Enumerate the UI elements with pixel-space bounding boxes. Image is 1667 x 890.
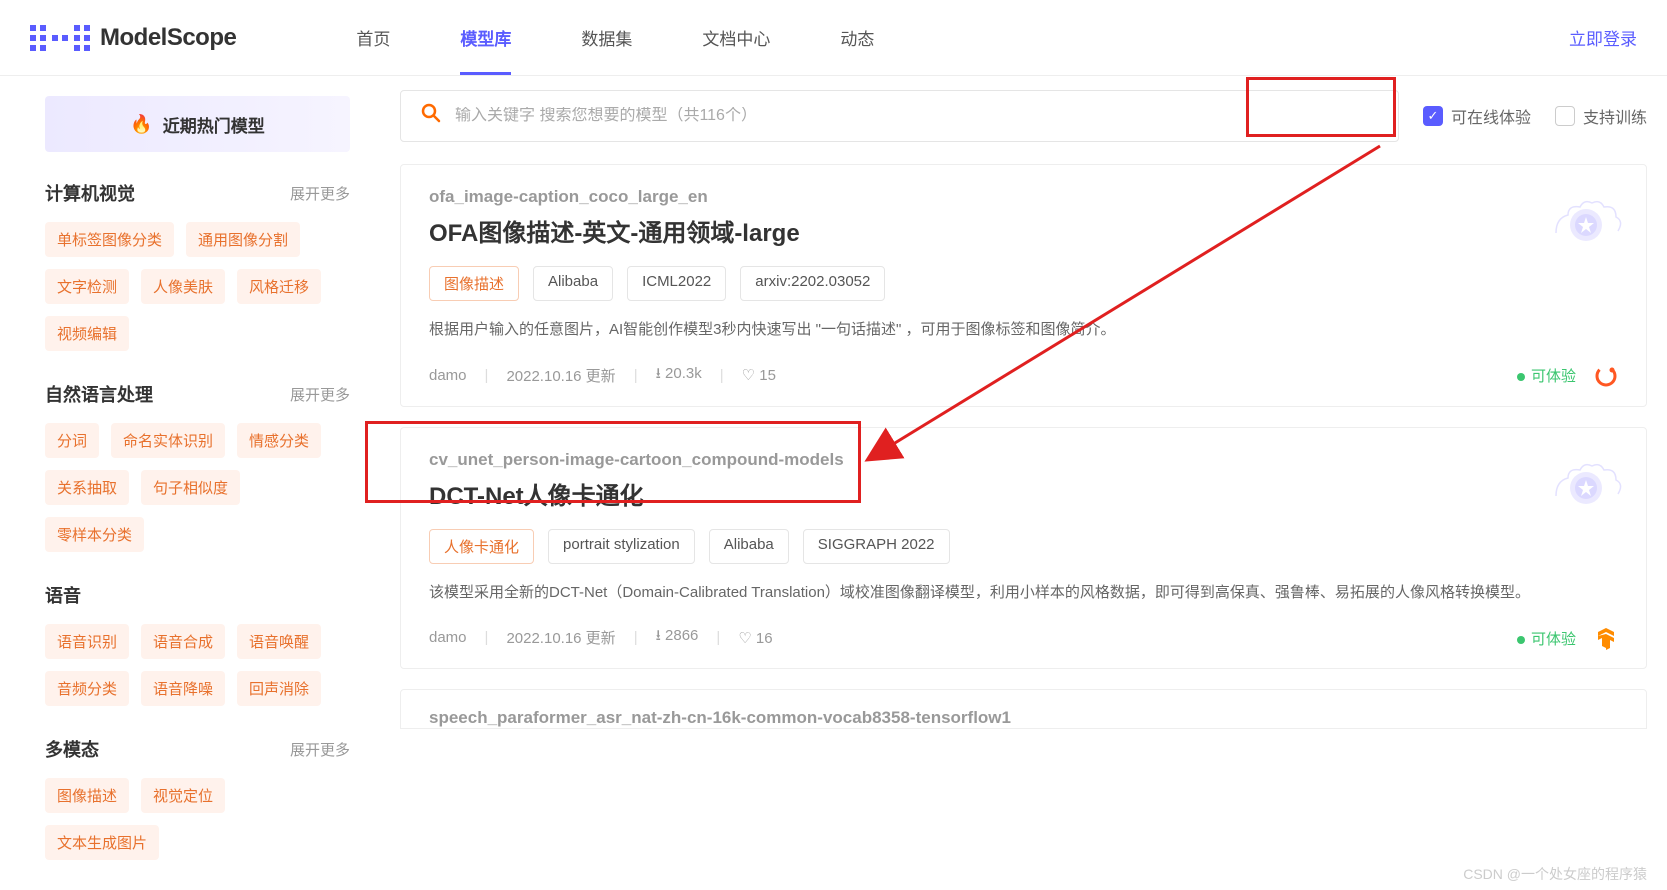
checkbox-checked-icon: ✓ xyxy=(1423,106,1443,126)
status-dot-icon xyxy=(1517,373,1525,381)
model-updated: 2022.10.16 更新 xyxy=(506,365,615,386)
model-likes: ♡ 15 xyxy=(742,366,776,384)
category-title: 计算机视觉 xyxy=(45,180,135,206)
category-tag[interactable]: 音频分类 xyxy=(45,671,129,706)
model-card[interactable]: ofa_image-caption_coco_large_en OFA图像描述-英… xyxy=(400,164,1647,407)
download-icon: ⭳ xyxy=(656,365,661,382)
logo[interactable]: ModelScope xyxy=(30,21,236,55)
category-block: 多模态 展开更多图像描述视觉定位文本生成图片 xyxy=(45,736,350,860)
model-downloads: ⭳ 2866 xyxy=(656,625,699,650)
category-tag[interactable]: 文本生成图片 xyxy=(45,825,159,860)
logo-text: ModelScope xyxy=(100,24,236,52)
filter-online[interactable]: ✓ 可在线体验 xyxy=(1423,104,1531,128)
category-expand[interactable]: 展开更多 xyxy=(290,384,350,405)
model-status: 可体验 xyxy=(1517,628,1576,649)
download-icon: ⭳ xyxy=(656,627,661,644)
category-tag[interactable]: 语音识别 xyxy=(45,624,129,659)
nav-models[interactable]: 模型库 xyxy=(460,0,511,75)
model-status: 可体验 xyxy=(1517,365,1576,386)
category-tag[interactable]: 视觉定位 xyxy=(141,778,225,813)
category-block: 语音语音识别语音合成语音唤醒音频分类语音降噪回声消除 xyxy=(45,582,350,706)
model-downloads: ⭳ 20.3k xyxy=(656,363,702,388)
category-tag[interactable]: 情感分类 xyxy=(237,423,321,458)
category-tag[interactable]: 通用图像分割 xyxy=(186,222,300,257)
category-title: 语音 xyxy=(45,582,81,608)
status-dot-icon xyxy=(1517,636,1525,644)
model-updated: 2022.10.16 更新 xyxy=(506,627,615,648)
category-block: 自然语言处理 展开更多分词命名实体识别情感分类关系抽取句子相似度零样本分类 xyxy=(45,381,350,552)
category-title: 自然语言处理 xyxy=(45,381,153,407)
nav-datasets[interactable]: 数据集 xyxy=(581,0,632,75)
category-title: 多模态 xyxy=(45,736,99,762)
framework-icon xyxy=(1594,626,1618,650)
sidebar: 🔥 近期热门模型 计算机视觉展开更多单标签图像分类通用图像分割文字检测人像美肤风… xyxy=(0,76,380,890)
badge-icon xyxy=(1546,446,1626,516)
model-tag[interactable]: 图像描述 xyxy=(429,266,519,301)
model-footer: damo| 2022.10.16 更新| ⭳ 20.3k| ♡ 15 xyxy=(429,363,1618,388)
category-tag[interactable]: 零样本分类 xyxy=(45,517,144,552)
category-tag[interactable]: 图像描述 xyxy=(45,778,129,813)
category-tag[interactable]: 视频编辑 xyxy=(45,316,129,351)
model-tag[interactable]: SIGGRAPH 2022 xyxy=(803,529,950,564)
model-author: damo xyxy=(429,629,467,646)
category-tag[interactable]: 回声消除 xyxy=(237,671,321,706)
nav-home[interactable]: 首页 xyxy=(356,0,390,75)
hot-models-banner[interactable]: 🔥 近期热门模型 xyxy=(45,96,350,152)
model-tag[interactable]: portrait stylization xyxy=(548,529,695,564)
nav-news[interactable]: 动态 xyxy=(840,0,874,75)
category-expand[interactable]: 展开更多 xyxy=(290,183,350,204)
model-tag[interactable]: Alibaba xyxy=(709,529,789,564)
model-title: OFA图像描述-英文-通用领域-large xyxy=(429,213,1618,248)
filter-train[interactable]: 支持训练 xyxy=(1555,104,1647,128)
category-tag[interactable]: 人像美肤 xyxy=(141,269,225,304)
login-button[interactable]: 立即登录 xyxy=(1569,25,1637,50)
header: ModelScope 首页 模型库 数据集 文档中心 动态 立即登录 xyxy=(0,0,1667,76)
model-card-partial[interactable]: speech_paraformer_asr_nat-zh-cn-16k-comm… xyxy=(400,689,1647,729)
model-tag[interactable]: ICML2022 xyxy=(627,266,726,301)
model-slug: ofa_image-caption_coco_large_en xyxy=(429,187,1618,207)
search-row: ✓ 可在线体验 支持训练 xyxy=(400,90,1647,142)
category-tag[interactable]: 关系抽取 xyxy=(45,470,129,505)
flame-icon: 🔥 xyxy=(130,114,152,135)
category-tag[interactable]: 语音合成 xyxy=(141,624,225,659)
model-tag[interactable]: Alibaba xyxy=(533,266,613,301)
model-author: damo xyxy=(429,367,467,384)
model-tag[interactable]: arxiv:2202.03052 xyxy=(740,266,885,301)
filter-train-label: 支持训练 xyxy=(1583,104,1647,128)
hot-models-label: 近期热门模型 xyxy=(163,112,265,137)
category-tag[interactable]: 单标签图像分类 xyxy=(45,222,174,257)
model-likes: ♡ 16 xyxy=(738,629,772,647)
framework-icon xyxy=(1594,364,1618,388)
search-input[interactable] xyxy=(455,107,1378,125)
model-card[interactable]: cv_unet_person-image-cartoon_compound-mo… xyxy=(400,427,1647,670)
model-description: 根据用户输入的任意图片，AI智能创作模型3秒内快速写出 "一句话描述" ，可用于… xyxy=(429,317,1618,343)
search-box[interactable] xyxy=(400,90,1399,142)
category-tag[interactable]: 命名实体识别 xyxy=(111,423,225,458)
main-content: ✓ 可在线体验 支持训练 ofa_image-caption_coco_larg… xyxy=(380,76,1667,890)
category-block: 计算机视觉 展开更多单标签图像分类通用图像分割文字检测人像美肤风格迁移视频编辑 xyxy=(45,180,350,351)
model-footer: damo| 2022.10.16 更新| ⭳ 2866| ♡ 16 xyxy=(429,625,1618,650)
checkbox-unchecked-icon xyxy=(1555,106,1575,126)
filter-online-label: 可在线体验 xyxy=(1451,104,1531,128)
category-tag[interactable]: 文字检测 xyxy=(45,269,129,304)
model-description: 该模型采用全新的DCT-Net（Domain-Calibrated Transl… xyxy=(429,580,1618,606)
nav: 首页 模型库 数据集 文档中心 动态 xyxy=(356,0,874,75)
logo-icon xyxy=(30,21,90,55)
heart-icon: ♡ xyxy=(742,367,755,384)
category-expand[interactable]: 展开更多 xyxy=(290,739,350,760)
category-tag[interactable]: 分词 xyxy=(45,423,99,458)
category-tag[interactable]: 风格迁移 xyxy=(237,269,321,304)
model-title: DCT-Net人像卡通化 xyxy=(429,476,1618,511)
category-tag[interactable]: 语音降噪 xyxy=(141,671,225,706)
watermark: CSDN @一个处女座的程序猿 xyxy=(1463,864,1647,884)
model-tag[interactable]: 人像卡通化 xyxy=(429,529,534,564)
heart-icon: ♡ xyxy=(738,630,751,647)
search-icon xyxy=(421,103,441,129)
category-tag[interactable]: 句子相似度 xyxy=(141,470,240,505)
nav-docs[interactable]: 文档中心 xyxy=(702,0,770,75)
model-slug: cv_unet_person-image-cartoon_compound-mo… xyxy=(429,450,1618,470)
badge-icon xyxy=(1546,183,1626,253)
category-tag[interactable]: 语音唤醒 xyxy=(237,624,321,659)
